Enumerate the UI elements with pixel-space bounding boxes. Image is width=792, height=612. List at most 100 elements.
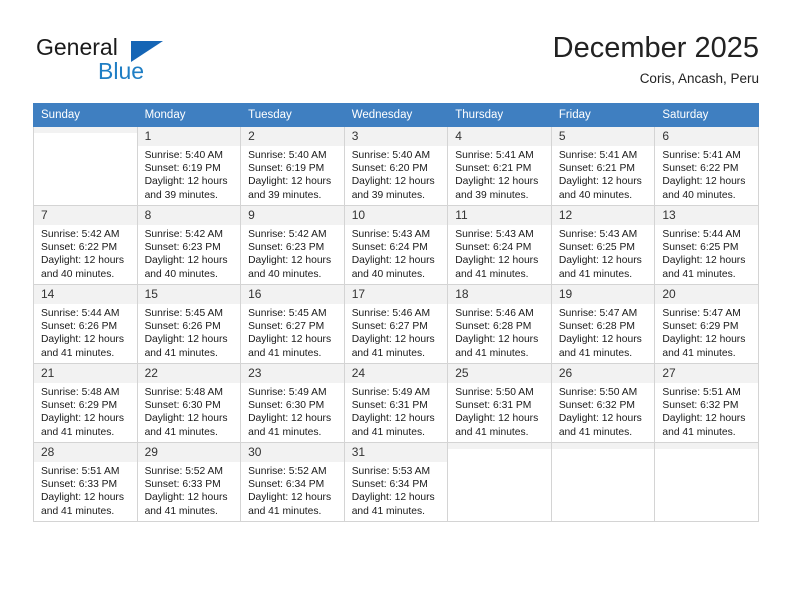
sunset-text: Sunset: 6:21 PM — [455, 163, 532, 175]
sunrise-text: Sunrise: 5:47 AM — [662, 308, 741, 319]
day-number: 1 — [137, 127, 241, 146]
calendar-day-cell[interactable]: 20 Sunrise: 5:47 AM Sunset: 6:29 PM Dayligh… — [654, 284, 759, 364]
sunrise-text: Sunrise: 5:41 AM — [558, 150, 638, 161]
day-number: 12 — [551, 206, 655, 225]
calendar-day-cell[interactable]: 19 Sunrise: 5:47 AM Sunset: 6:28 PM Dayligh… — [550, 284, 656, 364]
sunrise-text: Sunrise: 5:51 AM — [41, 466, 120, 477]
day-details: Sunrise: 5:44 AM Sunset: 6:25 PM Daylight:… — [655, 225, 758, 281]
day-number: 9 — [241, 206, 344, 225]
sunset-text: Sunset: 6:30 PM — [144, 400, 221, 412]
calendar-day-cell[interactable]: 5 Sunrise: 5:41 AM Sunset: 6:21 PM Daylight… — [550, 126, 656, 206]
day-details: Sunrise: 5:51 AM Sunset: 6:32 PM Daylight:… — [655, 383, 758, 439]
sunset-text: Sunset: 6:25 PM — [662, 242, 739, 254]
calendar-day-cell[interactable]: 10 Sunrise: 5:43 AM Sunset: 6:24 PM Dayligh… — [343, 205, 449, 285]
day-number: 6 — [655, 127, 758, 146]
calendar-day-cell[interactable]: 29 Sunrise: 5:52 AM Sunset: 6:33 PM Dayligh… — [136, 442, 242, 522]
sunrise-text: Sunrise: 5:40 AM — [144, 150, 223, 161]
day-details: Sunrise: 5:42 AM Sunset: 6:23 PM Daylight:… — [241, 225, 344, 281]
calendar-day-cell[interactable]: 8 Sunrise: 5:42 AM Sunset: 6:23 PM Daylight… — [136, 205, 242, 285]
day-number: 27 — [655, 364, 758, 383]
day-number: 18 — [448, 285, 551, 304]
calendar-day-cell[interactable]: 2 Sunrise: 5:40 AM Sunset: 6:19 PM Daylight… — [240, 126, 345, 206]
sunrise-text: Sunrise: 5:44 AM — [662, 229, 741, 240]
weekday-header-row: Sunday Monday Tuesday Wednesday Thursday… — [33, 103, 759, 127]
page-title: December 2025 — [552, 32, 759, 64]
calendar-day-cell[interactable]: 18 Sunrise: 5:46 AM Sunset: 6:28 PM Dayligh… — [447, 284, 552, 364]
calendar-day-cell[interactable]: 3 Sunrise: 5:40 AM Sunset: 6:20 PM Daylight… — [343, 126, 449, 206]
sunset-text: Sunset: 6:33 PM — [41, 479, 118, 491]
day-number: 25 — [448, 364, 551, 383]
calendar-day-cell[interactable]: 13 Sunrise: 5:44 AM Sunset: 6:25 PM Dayligh… — [654, 205, 759, 285]
calendar-day-cell[interactable]: 11 Sunrise: 5:43 AM Sunset: 6:24 PM Dayligh… — [447, 205, 552, 285]
calendar-day-cell[interactable]: 25 Sunrise: 5:50 AM Sunset: 6:31 PM Dayligh… — [447, 363, 552, 443]
calendar-cell-empty — [33, 126, 138, 206]
day-details: Sunrise: 5:46 AM Sunset: 6:28 PM Daylight:… — [448, 304, 551, 360]
day-details: Sunrise: 5:40 AM Sunset: 6:20 PM Daylight:… — [345, 146, 448, 202]
calendar-day-cell[interactable]: 1 Sunrise: 5:40 AM Sunset: 6:19 PM Daylight… — [136, 126, 242, 206]
daylight-text: Daylight: 12 hours and 41 minutes. — [41, 413, 124, 438]
sunset-text: Sunset: 6:32 PM — [662, 400, 739, 412]
daylight-text: Daylight: 12 hours and 41 minutes. — [248, 334, 332, 359]
sunset-text: Sunset: 6:27 PM — [351, 321, 428, 333]
sunset-text: Sunset: 6:25 PM — [558, 242, 635, 254]
calendar-day-cell[interactable]: 30 Sunrise: 5:52 AM Sunset: 6:34 PM Dayligh… — [240, 442, 345, 522]
sunset-text: Sunset: 6:28 PM — [455, 321, 532, 333]
sunrise-text: Sunrise: 5:53 AM — [351, 466, 431, 477]
day-number: 24 — [344, 364, 448, 383]
daylight-text: Daylight: 12 hours and 40 minutes. — [662, 176, 746, 201]
day-details: Sunrise: 5:45 AM Sunset: 6:27 PM Daylight:… — [241, 304, 344, 360]
sunrise-text: Sunrise: 5:43 AM — [558, 229, 638, 240]
calendar-day-cell[interactable]: 22 Sunrise: 5:48 AM Sunset: 6:30 PM Dayligh… — [136, 363, 242, 443]
sunset-text: Sunset: 6:27 PM — [248, 321, 325, 333]
calendar-week-row: 1 Sunrise: 5:40 AM Sunset: 6:19 PM Daylight… — [33, 126, 759, 206]
sunrise-text: Sunrise: 5:48 AM — [144, 387, 223, 398]
day-number: 20 — [655, 285, 758, 304]
day-number — [34, 127, 137, 133]
day-number: 28 — [34, 443, 137, 462]
sunrise-text: Sunrise: 5:43 AM — [455, 229, 534, 240]
day-number: 8 — [137, 206, 241, 225]
day-details: Sunrise: 5:49 AM Sunset: 6:30 PM Daylight:… — [241, 383, 344, 439]
calendar-day-cell[interactable]: 21 Sunrise: 5:48 AM Sunset: 6:29 PM Dayligh… — [33, 363, 138, 443]
calendar-day-cell[interactable]: 12 Sunrise: 5:43 AM Sunset: 6:25 PM Dayligh… — [550, 205, 656, 285]
calendar-day-cell[interactable]: 16 Sunrise: 5:45 AM Sunset: 6:27 PM Dayligh… — [240, 284, 345, 364]
calendar-day-cell[interactable]: 28 Sunrise: 5:51 AM Sunset: 6:33 PM Dayligh… — [33, 442, 138, 522]
calendar-week-row: 7 Sunrise: 5:42 AM Sunset: 6:22 PM Daylight… — [33, 205, 759, 285]
weekday-header-monday: Monday — [136, 103, 242, 127]
sunset-text: Sunset: 6:33 PM — [144, 479, 221, 491]
calendar-week-row: 14 Sunrise: 5:44 AM Sunset: 6:26 PM Dayligh… — [33, 284, 759, 364]
calendar-day-cell[interactable]: 6 Sunrise: 5:41 AM Sunset: 6:22 PM Daylight… — [654, 126, 759, 206]
title-block: December 2025 Coris, Ancash, Peru — [553, 30, 759, 89]
sunrise-text: Sunrise: 5:49 AM — [248, 387, 327, 398]
day-details: Sunrise: 5:53 AM Sunset: 6:34 PM Daylight:… — [345, 462, 448, 518]
calendar-day-cell[interactable]: 27 Sunrise: 5:51 AM Sunset: 6:32 PM Dayligh… — [654, 363, 759, 443]
day-details: Sunrise: 5:40 AM Sunset: 6:19 PM Daylight:… — [241, 146, 344, 202]
daylight-text: Daylight: 12 hours and 41 minutes. — [351, 413, 435, 438]
calendar-day-cell[interactable]: 24 Sunrise: 5:49 AM Sunset: 6:31 PM Dayligh… — [343, 363, 449, 443]
calendar-day-cell[interactable]: 4 Sunrise: 5:41 AM Sunset: 6:21 PM Daylight… — [447, 126, 552, 206]
calendar-table: Sunday Monday Tuesday Wednesday Thursday… — [33, 103, 759, 522]
calendar-day-cell[interactable]: 26 Sunrise: 5:50 AM Sunset: 6:32 PM Dayligh… — [550, 363, 656, 443]
calendar-day-cell[interactable]: 14 Sunrise: 5:44 AM Sunset: 6:26 PM Dayligh… — [33, 284, 138, 364]
day-number: 15 — [137, 285, 241, 304]
day-details: Sunrise: 5:46 AM Sunset: 6:27 PM Daylight:… — [345, 304, 448, 360]
calendar-day-cell[interactable]: 15 Sunrise: 5:45 AM Sunset: 6:26 PM Dayligh… — [136, 284, 242, 364]
day-details: Sunrise: 5:40 AM Sunset: 6:19 PM Daylight:… — [138, 146, 241, 202]
day-number: 17 — [344, 285, 448, 304]
calendar-day-cell[interactable]: 31 Sunrise: 5:53 AM Sunset: 6:34 PM Dayligh… — [343, 442, 449, 522]
day-details: Sunrise: 5:52 AM Sunset: 6:33 PM Daylight:… — [138, 462, 241, 518]
daylight-text: Daylight: 12 hours and 41 minutes. — [351, 492, 435, 517]
daylight-text: Daylight: 12 hours and 41 minutes. — [144, 492, 228, 517]
calendar-day-cell[interactable]: 23 Sunrise: 5:49 AM Sunset: 6:30 PM Dayligh… — [240, 363, 345, 443]
sunset-text: Sunset: 6:34 PM — [248, 479, 325, 491]
daylight-text: Daylight: 12 hours and 41 minutes. — [662, 255, 746, 280]
calendar-day-cell[interactable]: 7 Sunrise: 5:42 AM Sunset: 6:22 PM Daylight… — [33, 205, 138, 285]
sunset-text: Sunset: 6:24 PM — [351, 242, 428, 254]
day-details: Sunrise: 5:41 AM Sunset: 6:22 PM Daylight:… — [655, 146, 758, 202]
daylight-text: Daylight: 12 hours and 41 minutes. — [662, 413, 746, 438]
calendar-day-cell[interactable]: 17 Sunrise: 5:46 AM Sunset: 6:27 PM Dayligh… — [343, 284, 449, 364]
calendar-day-cell[interactable]: 9 Sunrise: 5:42 AM Sunset: 6:23 PM Daylight… — [240, 205, 345, 285]
day-details: Sunrise: 5:50 AM Sunset: 6:31 PM Daylight:… — [448, 383, 551, 439]
day-number: 26 — [551, 364, 655, 383]
sunrise-text: Sunrise: 5:40 AM — [351, 150, 431, 161]
